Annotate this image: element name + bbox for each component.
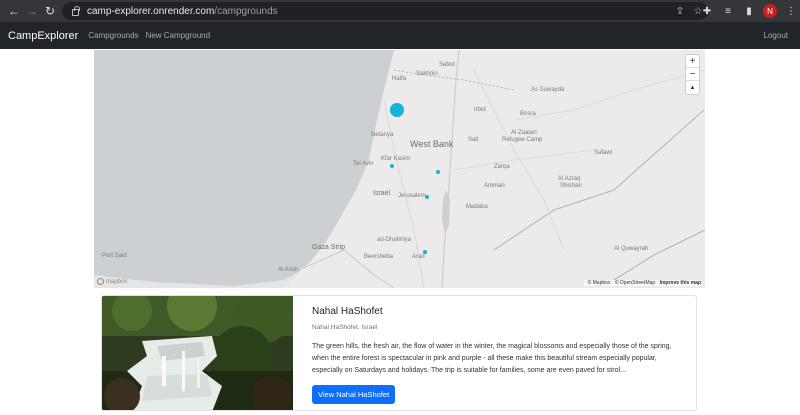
map-tiles	[94, 50, 705, 288]
map-label-bosra: Bosra	[520, 111, 536, 117]
waterfall-photo	[102, 296, 293, 410]
browser-toolbar: ← → ↻ camp-explorer.onrender.com/campgro…	[0, 0, 800, 22]
share-icon[interactable]: ⇪	[674, 5, 686, 17]
campground-title: Nahal HaShofet	[312, 306, 383, 317]
view-campground-button[interactable]: View Nahal HaShofet	[312, 385, 396, 404]
mapbox-logo[interactable]: mapbox	[97, 278, 127, 285]
map-label-safed: Safed	[439, 62, 455, 68]
app-navbar: CampExplorer Campgrounds New Campground …	[0, 22, 800, 49]
map-label-al-quwayrah: Al Quwayrah	[614, 246, 649, 252]
zoom-out-button[interactable]: −	[686, 68, 699, 81]
map-label-zarqa: Zarqa	[494, 164, 510, 170]
map-label-kfar-kasim: Kfar Kasim	[381, 156, 411, 162]
kebab-menu-icon[interactable]: ⋮	[782, 2, 800, 20]
map-label-amman: Amman	[484, 183, 505, 189]
map-label-irbid: Irbid	[474, 107, 486, 113]
map-label-al-azraq: Al Azraq	[558, 176, 581, 182]
cluster-map[interactable]: Haifa Sakhnin Safed As Suwayda Irbid Bos…	[94, 50, 705, 288]
brand-link[interactable]: CampExplorer	[8, 30, 78, 42]
campground-card: Nahal HaShofet Nahal HaShofet, Israel Th…	[101, 295, 697, 411]
map-label-refugee: Refugee Camp	[502, 137, 543, 143]
map-label-port-said: Port Said	[102, 253, 127, 259]
campground-description: The green hills, the fresh air, the flow…	[312, 343, 672, 374]
map-label-safawi: Safawi	[594, 150, 613, 156]
url-host: camp-explorer.onrender.com	[87, 5, 215, 17]
map-label-netanya: Netanya	[371, 132, 394, 138]
map-label-tel-aviv: Tel Aviv	[353, 161, 374, 167]
map-label-arad: Arad	[412, 254, 425, 260]
lock-icon[interactable]	[72, 5, 80, 16]
map-label-beersheba: Beersheba	[364, 254, 394, 260]
address-bar[interactable]: camp-explorer.onrender.com/campgrounds ⇪…	[62, 2, 708, 20]
profile-button[interactable]: N	[761, 2, 779, 20]
map-label-madaba: Madaba	[466, 204, 488, 210]
card-body: Nahal HaShofet Nahal HaShofet, Israel Th…	[312, 296, 686, 404]
map-label-haifa: Haifa	[392, 76, 407, 82]
back-arrow-icon[interactable]: ←	[5, 2, 23, 20]
map-label-jerusalem: Jerusalem	[398, 193, 426, 199]
logout-link[interactable]: Logout	[764, 31, 788, 40]
map-label-ad-dhahiriya: ad-Dhahiriya	[377, 237, 412, 243]
extensions-puzzle-icon[interactable]: ✚	[698, 2, 716, 20]
map-label-shishan: Shishan	[560, 183, 582, 189]
map-label-al-arish: Al Arish	[278, 267, 299, 273]
zoom-in-button[interactable]: +	[686, 55, 699, 68]
attribution-improve[interactable]: Improve this map	[660, 280, 701, 286]
reading-list-icon[interactable]: ≡	[719, 2, 737, 20]
map-controls: + − ▲	[686, 55, 699, 94]
nav-campgrounds[interactable]: Campgrounds	[88, 31, 138, 40]
campground-image	[102, 296, 293, 410]
compass-icon[interactable]: ▲	[686, 81, 699, 94]
mapbox-logo-text: mapbox	[106, 278, 128, 285]
profile-avatar: N	[763, 4, 777, 18]
attribution-osm[interactable]: © OpenStreetMap	[615, 280, 655, 286]
map-label-salt: Salt	[468, 137, 479, 143]
map-attribution: © Mapbox © OpenStreetMap Improve this ma…	[583, 280, 702, 286]
url-path: /campgrounds	[214, 5, 278, 17]
map-label-gaza-strip: Gaza Strip	[312, 244, 346, 251]
map-label-west-bank: West Bank	[410, 139, 454, 149]
map-label-zaatari: Al Zaatari	[511, 130, 537, 136]
nav-new-campground[interactable]: New Campground	[146, 31, 210, 40]
map-label-israel: Israel	[373, 190, 391, 197]
forward-arrow-icon[interactable]: →	[23, 2, 41, 20]
mapbox-logo-icon	[97, 278, 104, 285]
side-panel-icon[interactable]: ▮	[740, 2, 758, 20]
map-label-sakhnin: Sakhnin	[416, 71, 438, 77]
attribution-mapbox[interactable]: © Mapbox	[588, 280, 611, 286]
map-label-as-suwayda: As Suwayda	[531, 87, 565, 93]
campground-location: Nahal HaShofet, Israel	[312, 324, 378, 331]
reload-icon[interactable]: ↻	[41, 2, 59, 20]
